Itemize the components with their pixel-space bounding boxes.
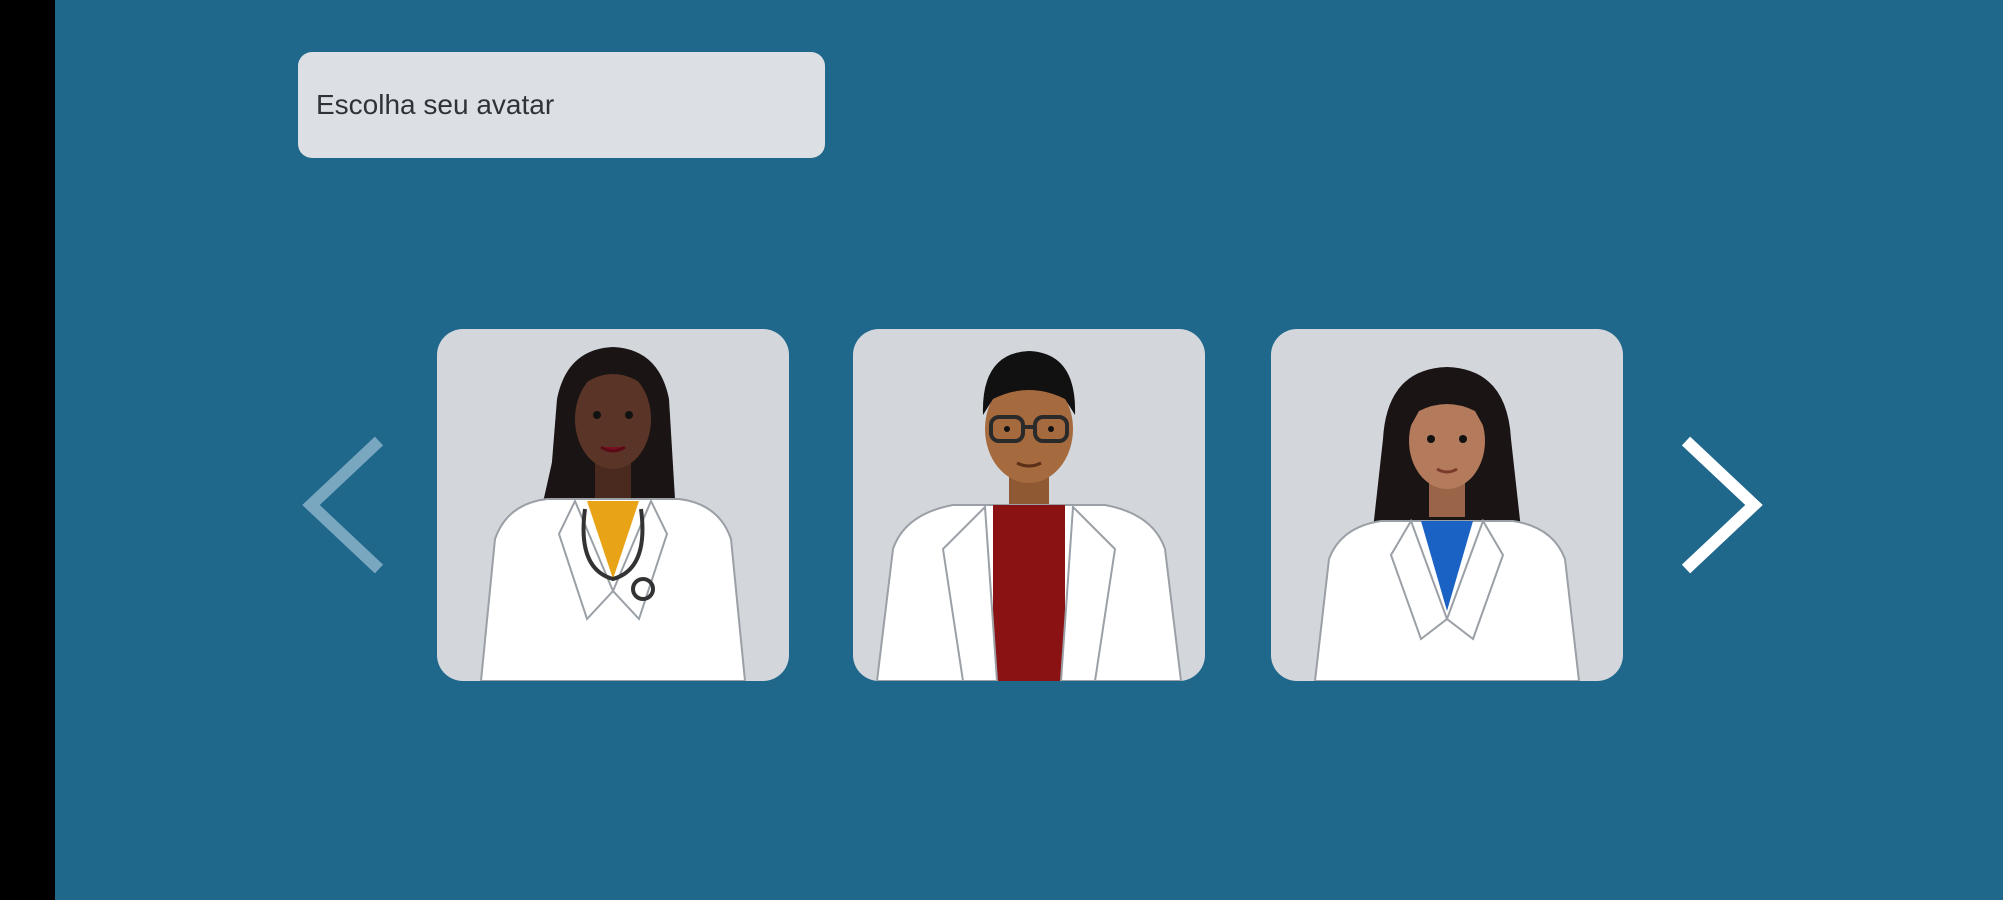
avatar-card-2[interactable] xyxy=(853,329,1205,681)
page-title: Escolha seu avatar xyxy=(316,89,555,120)
chevron-right-icon xyxy=(1681,436,1763,574)
doctor-avatar-1-image xyxy=(479,347,747,681)
avatar-card-1[interactable] xyxy=(437,329,789,681)
chevron-left-icon xyxy=(302,436,384,574)
doctor-avatar-3-image xyxy=(1313,367,1581,681)
left-edge-bar xyxy=(0,0,55,900)
next-button[interactable] xyxy=(1670,435,1770,575)
choose-avatar-label: Escolha seu avatar xyxy=(298,52,825,158)
avatar-card-3[interactable] xyxy=(1271,329,1623,681)
doctor-avatar-2-image xyxy=(875,351,1183,681)
previous-button[interactable] xyxy=(295,435,395,575)
